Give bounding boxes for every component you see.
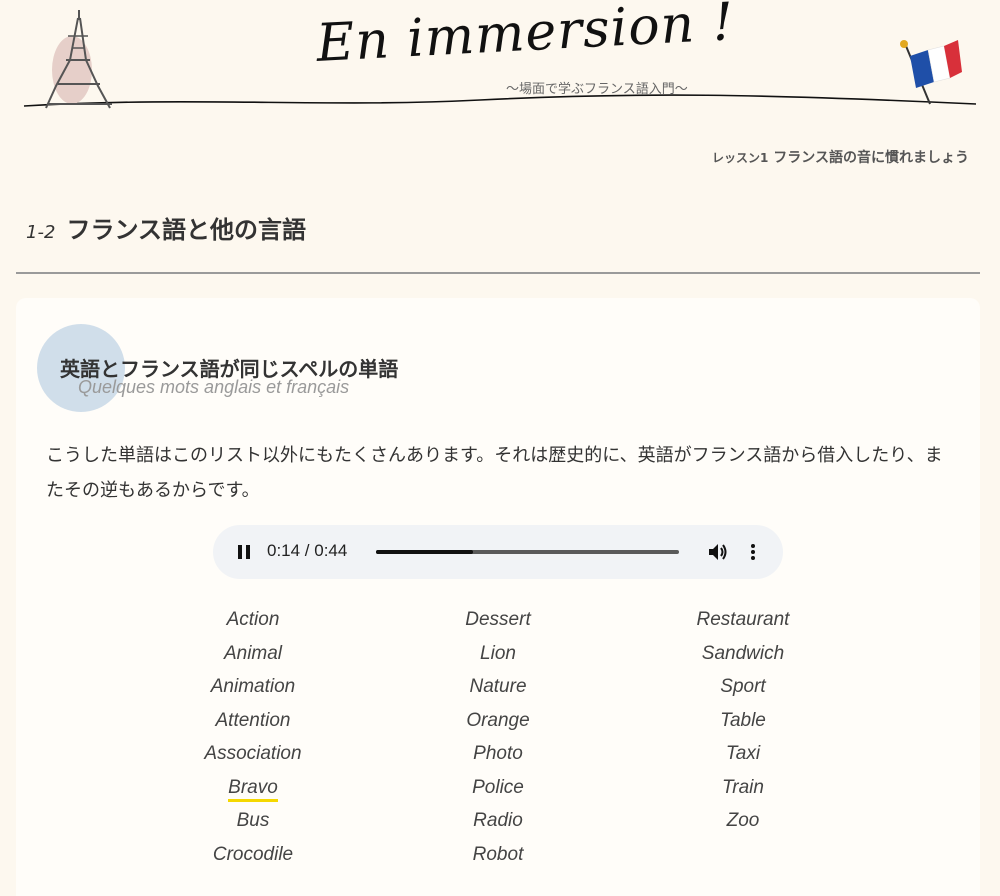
word-text: Sport	[720, 676, 766, 697]
section-divider	[16, 272, 980, 274]
word-text: Lion	[480, 642, 516, 664]
word-item: Orange	[398, 704, 598, 738]
word-item: Attention	[153, 704, 353, 738]
word-item: Nature	[398, 670, 598, 704]
word-text: Bus	[236, 810, 270, 831]
word-column-3: Restaurant Sandwich Sport Table Taxi Train Zoo	[643, 603, 843, 838]
card-subheading: Quelques mots anglais et français	[78, 377, 350, 397]
word-column-2: Dessert Lion Nature Orange Photo Police Radio R…	[398, 603, 598, 871]
word-text: Police	[472, 776, 524, 798]
lesson-prefix: レッスン	[712, 151, 761, 165]
section-heading: 1-2 フランス語と他の言語	[26, 210, 306, 245]
word-item: Taxi	[643, 737, 843, 771]
word-text: Dessert	[465, 609, 531, 630]
word-item: Police	[398, 771, 598, 805]
word-item: Bus	[153, 804, 353, 838]
word-item: Sport	[643, 670, 843, 704]
lesson-title: フランス語の音に慣れましょう	[773, 150, 969, 166]
audio-player[interactable]: 0:14 / 0:44	[213, 525, 783, 579]
word-column-1: Action Animal Animation Attention Associatio…	[153, 603, 353, 871]
word-item: Train	[643, 771, 843, 805]
section-number: 1-2	[26, 222, 56, 243]
word-text: Action	[226, 609, 280, 630]
audio-time-display: 0:14 / 0:44	[267, 541, 348, 560]
lesson-number: 1	[760, 151, 769, 165]
word-text: Association	[204, 743, 302, 764]
word-item: Sandwich	[643, 637, 843, 671]
intro-paragraph: こうした単語はこのリスト以外にもたくさんあります。それは歴史的に、英語がフランス…	[46, 445, 943, 501]
word-text: Animal	[223, 642, 283, 664]
word-item: Photo	[398, 737, 598, 771]
word-text: Restaurant	[696, 609, 790, 630]
audio-progress-fill	[376, 550, 473, 554]
word-item: Zoo	[643, 804, 843, 838]
word-item: Dessert	[398, 603, 598, 637]
word-text: Table	[720, 709, 766, 731]
word-text: Orange	[466, 709, 530, 731]
word-text: Sandwich	[701, 642, 785, 664]
word-text: Robot	[472, 843, 524, 865]
word-text: Zoo	[726, 810, 760, 831]
word-text: Animation	[210, 676, 296, 697]
word-item: Table	[643, 704, 843, 738]
word-item: Lion	[398, 637, 598, 671]
word-item: Restaurant	[643, 603, 843, 637]
site-subtitle: 〜場面で学ぶフランス語入門〜	[506, 82, 688, 97]
pause-icon[interactable]	[235, 543, 253, 561]
word-item: Animal	[153, 637, 353, 671]
french-flag-icon	[900, 40, 962, 105]
word-item: Bravo	[153, 771, 353, 805]
lesson-label: レッスン1 フランス語の音に慣れましょう	[712, 147, 969, 167]
eiffel-tower-icon	[45, 10, 112, 109]
word-text: Photo	[473, 743, 523, 764]
word-item: Radio	[398, 804, 598, 838]
word-text: Bravo	[228, 776, 278, 802]
site-header: En immersion ! 〜場面で学ぶフランス語入門〜	[0, 0, 1000, 120]
word-text: Attention	[215, 709, 291, 731]
word-text: Taxi	[725, 743, 761, 764]
word-text: Nature	[469, 676, 527, 697]
word-item: Animation	[153, 670, 353, 704]
word-text: Train	[722, 776, 764, 798]
volume-icon[interactable]	[707, 542, 729, 562]
more-options-icon[interactable]	[749, 542, 757, 562]
word-text: Radio	[473, 810, 523, 831]
word-text: Crocodile	[212, 843, 294, 865]
section-title: フランス語と他の言語	[66, 216, 307, 244]
audio-progress-track[interactable]	[376, 550, 679, 554]
word-item: Robot	[398, 838, 598, 872]
header-baseline	[23, 94, 977, 107]
word-item: Crocodile	[153, 838, 353, 872]
word-item: Action	[153, 603, 353, 637]
word-item: Association	[153, 737, 353, 771]
